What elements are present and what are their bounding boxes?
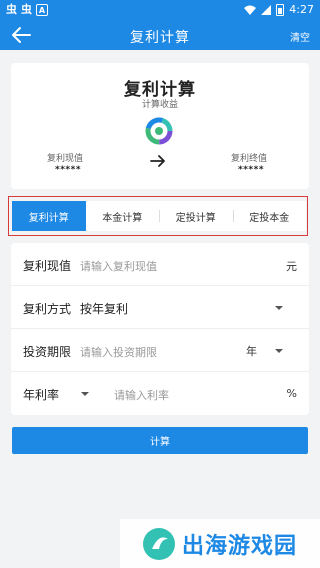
rate-input[interactable]: 请输入利率	[114, 387, 169, 403]
app-bar: 复利计算 清空	[0, 20, 320, 50]
battery-icon	[276, 4, 285, 16]
present-value-input[interactable]: 请输入复利现值	[80, 258, 157, 274]
calculate-button[interactable]: 计算	[12, 427, 308, 454]
period-input[interactable]: 请输入投资期限	[80, 344, 157, 360]
tab-principal[interactable]: 本金计算	[86, 201, 160, 231]
summary-subtitle: 计算收益	[141, 100, 178, 110]
present-value: *****	[55, 165, 82, 175]
method-row: 复利方式 按年复利	[11, 286, 309, 329]
rate-field-label[interactable]: 年利率	[23, 386, 59, 403]
input-form: 复利现值 请输入复利现值 元 复利方式 按年复利 投资期限 请输入投资期限 年 …	[11, 243, 309, 415]
present-value-field-label: 复利现值	[23, 259, 72, 273]
tab-fixed-investment[interactable]: 定投计算	[159, 201, 233, 231]
status-left: 虫 虫 A	[6, 3, 48, 17]
future-value: *****	[238, 165, 265, 175]
notification-badge-icon: A	[36, 4, 48, 16]
present-value-label: 复利现值	[47, 154, 84, 164]
calc-tabs: 复利计算 本金计算 定投计算 定投本金	[12, 201, 306, 231]
period-field-label: 投资期限	[23, 345, 72, 359]
watermark-text: 出海游戏园	[182, 533, 298, 559]
donut-logo-icon	[145, 117, 173, 145]
tab-fixed-principal[interactable]: 定投本金	[232, 201, 307, 231]
bug-icon: 虫	[21, 3, 32, 16]
signal-icon	[261, 5, 272, 15]
method-select[interactable]: 按年复利	[80, 300, 128, 317]
watermark-logo-icon	[143, 527, 175, 560]
chevron-down-icon[interactable]	[275, 349, 283, 353]
percent-unit: %	[286, 387, 297, 400]
status-bar: 虫 虫 A 4:27	[0, 0, 320, 20]
tab-compound-interest[interactable]: 复利计算	[12, 201, 86, 231]
chevron-down-icon[interactable]	[275, 306, 283, 310]
summary-card: 复利计算 计算收益 复利现值 ***** 复利终值 *****	[11, 63, 309, 189]
period-row: 投资期限 请输入投资期限 年	[11, 329, 309, 372]
wifi-icon	[244, 5, 257, 15]
bug-icon: 虫	[6, 3, 17, 16]
period-unit-select[interactable]: 年	[246, 343, 257, 359]
arrow-right-icon	[150, 155, 165, 167]
page-title: 复利计算	[130, 30, 190, 46]
method-field-label: 复利方式	[23, 302, 72, 316]
status-right: 4:27	[244, 3, 314, 17]
watermark: 出海游戏园	[120, 519, 320, 568]
chevron-down-icon[interactable]	[81, 392, 89, 396]
future-value-label: 复利终值	[231, 154, 268, 164]
status-time: 4:27	[289, 3, 314, 16]
clear-button[interactable]: 清空	[290, 29, 310, 44]
rate-row: 年利率 请输入利率 %	[11, 372, 309, 415]
currency-unit: 元	[286, 260, 297, 273]
present-value-row: 复利现值 请输入复利现值 元	[11, 243, 309, 286]
